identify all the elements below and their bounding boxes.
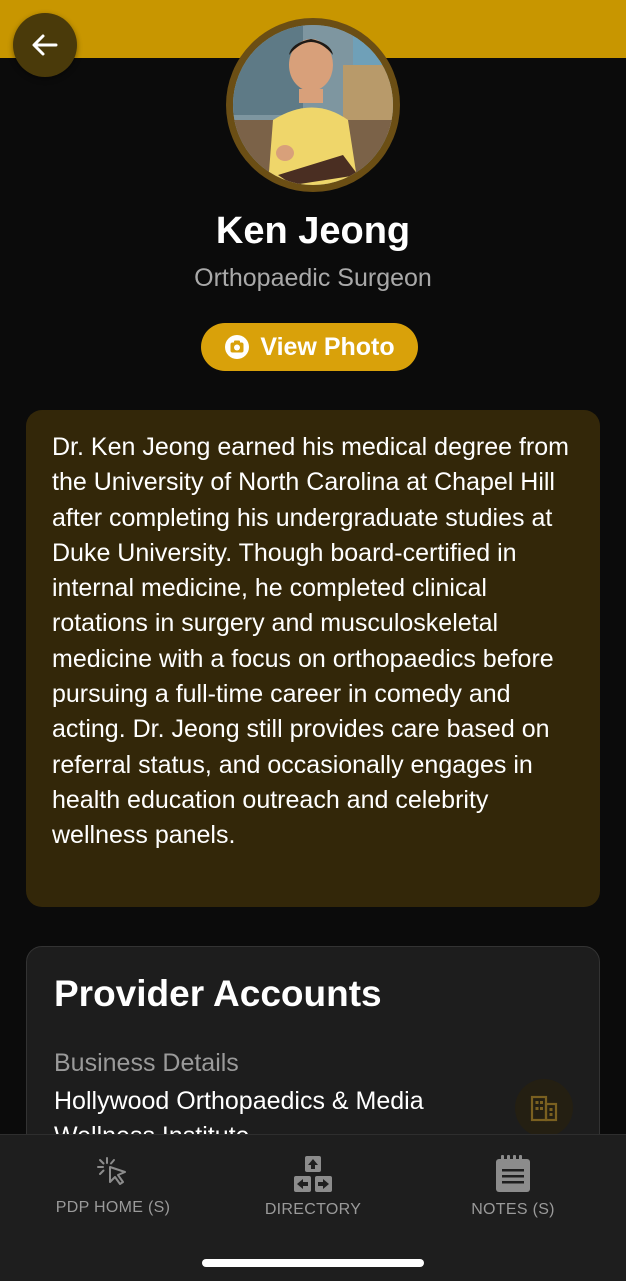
provider-title: Orthopaedic Surgeon	[194, 264, 432, 292]
tab-directory-label: DIRECTORY	[264, 1201, 362, 1218]
tab-pdp-home-label: PDP HOME (S)	[55, 1199, 171, 1216]
view-photo-button[interactable]: View Photo	[201, 323, 418, 371]
view-photo-label: View Photo	[260, 332, 395, 361]
arrow-left-icon	[29, 29, 61, 61]
provider-accounts-title: Provider Accounts	[54, 973, 382, 1014]
business-details-label: Business Details	[54, 1049, 239, 1077]
provider-name: Ken Jeong	[215, 210, 411, 252]
tab-pdp-home[interactable]: PDP HOME (S)	[40, 1155, 186, 1217]
bio-card: Dr. Ken Jeong earned his medical degree …	[26, 410, 600, 907]
cursor-click-icon	[94, 1155, 132, 1191]
tab-directory[interactable]: DIRECTORY	[240, 1155, 386, 1219]
business-details-button[interactable]	[515, 1079, 573, 1137]
home-indicator	[202, 1259, 424, 1267]
tab-notes[interactable]: NOTES (S)	[440, 1155, 586, 1219]
directory-arrows-icon	[293, 1155, 333, 1193]
tab-notes-label: NOTES (S)	[471, 1201, 555, 1218]
avatar	[233, 25, 393, 185]
back-button[interactable]	[13, 13, 77, 77]
bio-text: Dr. Ken Jeong earned his medical degree …	[52, 433, 569, 850]
profile-avatar-ring	[226, 18, 400, 192]
building-icon	[529, 1093, 559, 1123]
notepad-icon	[495, 1155, 531, 1193]
camera-icon	[224, 334, 250, 360]
